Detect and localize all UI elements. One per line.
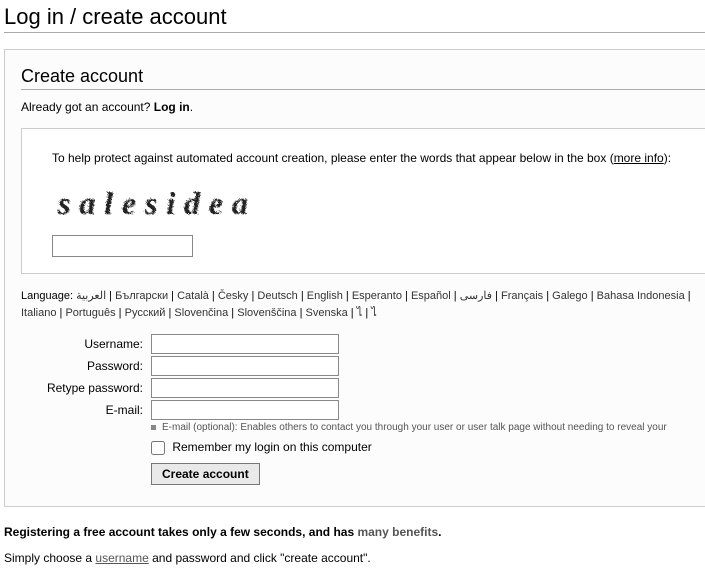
email-input[interactable] — [151, 400, 339, 420]
login-prompt-text: Already got an account? — [21, 100, 154, 114]
language-link[interactable]: Česky — [218, 290, 249, 302]
language-link[interactable]: Català — [177, 290, 209, 302]
email-label: E-mail: — [21, 399, 149, 421]
language-link[interactable]: Português — [65, 307, 115, 319]
language-link[interactable]: Deutsch — [257, 290, 297, 302]
username-label: Username: — [21, 333, 149, 355]
language-link[interactable]: Esperanto — [352, 290, 402, 302]
language-link[interactable]: ไ — [357, 307, 363, 319]
language-label: Language: — [21, 290, 76, 302]
username-input[interactable] — [151, 334, 339, 354]
password-label: Password: — [21, 355, 149, 377]
retype-password-label: Retype password: — [21, 377, 149, 399]
password-input[interactable] — [151, 356, 339, 376]
language-link[interactable]: English — [307, 290, 343, 302]
captcha-image: salesidea — [52, 179, 252, 223]
create-account-button[interactable]: Create account — [151, 463, 260, 485]
create-account-panel: Create account Already got an account? L… — [4, 49, 705, 507]
language-link[interactable]: Svenska — [306, 307, 348, 319]
remember-label: Remember my login on this computer — [172, 440, 371, 454]
signup-form: Username: Password: Retype password: E-m… — [21, 333, 669, 486]
remember-checkbox[interactable] — [151, 441, 165, 455]
language-link[interactable]: Български — [115, 290, 168, 302]
page-title: Log in / create account — [4, 4, 705, 33]
login-prompt: Already got an account? Log in. — [21, 100, 705, 114]
language-selector: Language: العربية | Български | Català |… — [21, 288, 701, 321]
language-link[interactable]: العربية — [76, 290, 106, 302]
language-link[interactable]: Slovenčina — [174, 307, 228, 319]
svg-text:salesidea: salesidea — [56, 184, 247, 220]
benefits-link[interactable]: many benefits — [357, 525, 438, 539]
login-link[interactable]: Log in — [154, 100, 190, 114]
section-heading: Create account — [21, 66, 705, 90]
language-link[interactable]: Italiano — [21, 307, 56, 319]
captcha-instruction: To help protect against automated accoun… — [52, 151, 701, 165]
language-link[interactable]: Français — [501, 290, 543, 302]
retype-password-input[interactable] — [151, 378, 339, 398]
language-link[interactable]: Bahasa Indonesia — [597, 290, 685, 302]
language-link[interactable]: فارسی — [460, 290, 492, 302]
captcha-input[interactable] — [52, 235, 193, 257]
captcha-more-info-link[interactable]: more info — [614, 151, 664, 165]
email-note: E-mail (optional): Enables others to con… — [149, 421, 669, 434]
language-link[interactable]: Galego — [552, 290, 587, 302]
bullet-icon — [151, 425, 156, 430]
benefits-text: Registering a free account takes only a … — [4, 525, 705, 539]
language-link[interactable]: Русский — [125, 307, 166, 319]
language-link[interactable]: Español — [411, 290, 451, 302]
language-link[interactable]: Slovenščina — [237, 307, 296, 319]
captcha-panel: To help protect against automated accoun… — [21, 128, 705, 274]
instruction-text: Simply choose a username and password an… — [4, 551, 705, 565]
language-link[interactable]: ไ — [371, 307, 377, 319]
username-help-link[interactable]: username — [95, 551, 148, 565]
